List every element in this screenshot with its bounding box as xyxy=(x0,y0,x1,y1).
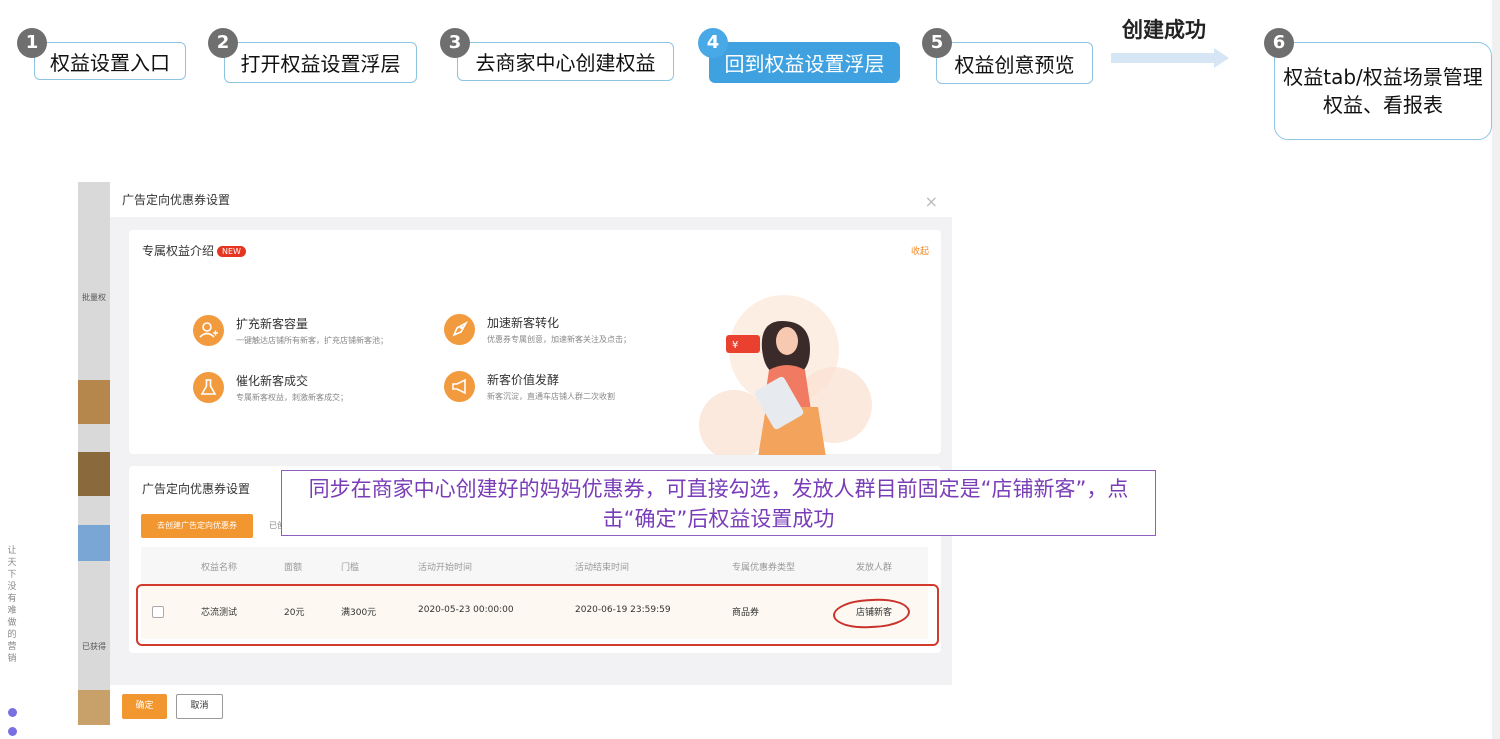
step-number: 1 xyxy=(17,28,47,58)
background-text: 已获得 xyxy=(82,642,106,651)
step-number: 6 xyxy=(1264,28,1294,58)
modal-header: 广告定向优惠券设置 × xyxy=(110,182,952,217)
column-header: 活动开始时间 xyxy=(418,563,473,573)
background-text: 批量权 xyxy=(82,293,106,302)
confirm-button[interactable]: 确定 xyxy=(122,694,167,719)
callout-annotation: 同步在商家中心创建好的妈妈优惠券，可直接勾选，发放人群目前固定是“店铺新客”，点… xyxy=(281,470,1156,536)
close-icon[interactable]: × xyxy=(925,194,938,210)
person-plus-icon xyxy=(193,315,224,346)
column-header: 面额 xyxy=(284,563,303,573)
woman-illustration: ¥ xyxy=(699,295,872,455)
step-label: 回到权益设置浮层 xyxy=(709,42,900,83)
feature-desc: 优惠券专属创意，加速新客关注及点击； xyxy=(487,335,631,344)
step-label: 权益tab/权益场景管理权益、看报表 xyxy=(1274,42,1492,140)
create-coupon-button[interactable]: 去创建广告定向优惠券 xyxy=(141,514,253,538)
scrollbar[interactable] xyxy=(1492,0,1500,739)
intro-title: 专属权益介绍 NEW xyxy=(142,242,246,259)
feature-title: 催化新客成交 xyxy=(236,374,309,388)
feature-desc: 新客沉淀，直通车店铺人群二次收割 xyxy=(487,392,615,401)
intro-card: 专属权益介绍 NEW 收起 扩充新客容量 一键触达店铺所有新客，扩充店铺新客池； … xyxy=(129,230,941,455)
step-number: 2 xyxy=(208,28,238,58)
product-thumbnail xyxy=(78,380,110,424)
step-number: 5 xyxy=(922,28,952,58)
step-number: 4 xyxy=(698,28,728,58)
coupon-card-title: 广告定向优惠券设置 xyxy=(142,482,251,496)
step-label: 打开权益设置浮层 xyxy=(224,42,417,83)
column-header: 专属优惠券类型 xyxy=(732,563,796,573)
dot-icon xyxy=(8,727,17,736)
product-thumbnail xyxy=(78,452,110,496)
feature-title: 新客价值发酵 xyxy=(487,373,560,387)
cancel-button[interactable]: 取消 xyxy=(176,694,223,719)
feature-title: 扩充新客容量 xyxy=(236,317,309,331)
dot-icon xyxy=(8,708,17,717)
step-label: 去商家中心创建权益 xyxy=(457,42,674,81)
column-header: 发放人群 xyxy=(856,563,893,573)
feature-desc: 专属新客权益，刺激新客成交； xyxy=(236,393,348,402)
product-thumbnail xyxy=(78,690,110,725)
modal-title: 广告定向优惠券设置 xyxy=(122,193,231,207)
collapse-link[interactable]: 收起 xyxy=(911,244,929,257)
step-number: 3 xyxy=(440,28,470,58)
svg-text:¥: ¥ xyxy=(732,340,738,351)
flask-icon xyxy=(193,372,224,403)
table-header: 权益名称 面额 门槛 活动开始时间 活动结束时间 专属优惠券类型 发放人群 xyxy=(141,547,928,585)
step-label: 权益设置入口 xyxy=(34,42,186,80)
new-badge: NEW xyxy=(217,246,246,257)
modal-footer: 确定 取消 xyxy=(110,685,952,725)
success-label: 创建成功 xyxy=(1122,18,1206,42)
vertical-tagline: 让天下没有难做的营销 xyxy=(7,546,17,664)
feature-desc: 一键触达店铺所有新客，扩充店铺新客池； xyxy=(236,336,388,345)
product-thumbnail xyxy=(78,525,110,561)
row-highlight-annotation xyxy=(136,584,939,646)
step-label: 权益创意预览 xyxy=(936,42,1093,84)
rocket-icon xyxy=(444,314,475,345)
column-header: 门槛 xyxy=(341,563,360,573)
column-header: 活动结束时间 xyxy=(575,563,630,573)
feature-title: 加速新客转化 xyxy=(487,316,560,330)
arrow-right-icon xyxy=(1111,48,1229,68)
megaphone-icon xyxy=(444,371,475,402)
column-header: 权益名称 xyxy=(201,563,238,573)
